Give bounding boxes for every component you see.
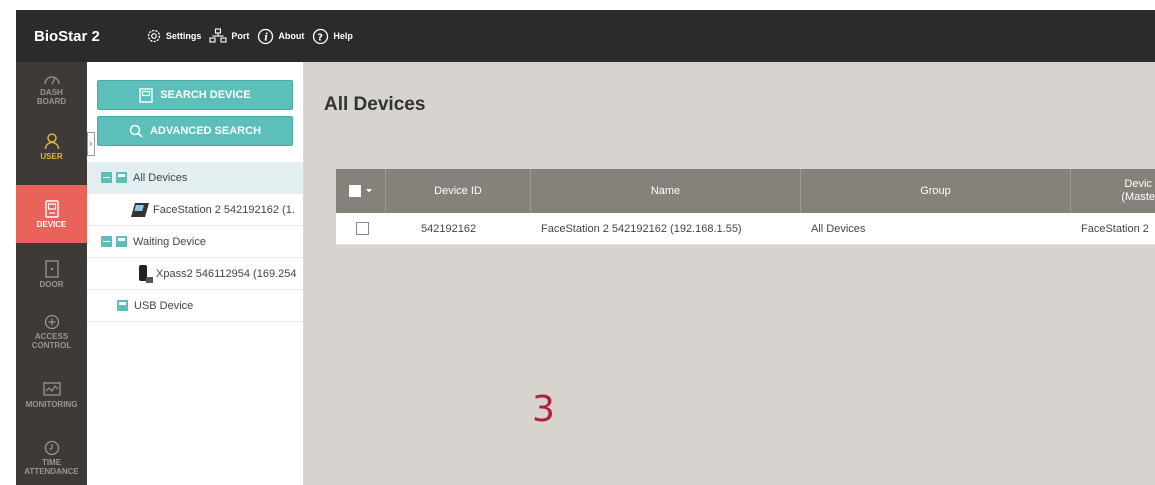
help-icon: ? xyxy=(313,28,329,44)
top-bar: BioStar 2 Settings Port i About ? Help xyxy=(16,10,1155,62)
about-menu[interactable]: i About xyxy=(257,28,304,45)
row-checkbox[interactable] xyxy=(336,213,386,244)
main-content: All Devices Device ID Name Group Devic (… xyxy=(304,62,1155,485)
xpass2-device-icon xyxy=(139,264,153,283)
collapse-icon[interactable] xyxy=(101,172,112,183)
device-search-icon xyxy=(139,87,153,103)
nav-user[interactable]: USER xyxy=(16,132,87,161)
about-label: About xyxy=(278,31,305,41)
facestation-device-icon xyxy=(131,202,149,217)
nav-device[interactable]: DEVICE xyxy=(16,185,87,243)
nav-monitoring[interactable]: MONITORING xyxy=(16,382,87,409)
chevron-down-icon xyxy=(365,189,372,193)
tree-item-xpass2[interactable]: Xpass2 546112954 (169.254 xyxy=(87,258,303,290)
access-control-icon xyxy=(44,314,59,330)
port-label: Port xyxy=(231,31,250,41)
gear-icon xyxy=(147,29,161,43)
settings-menu[interactable]: Settings xyxy=(146,28,202,44)
checkbox-icon xyxy=(356,222,369,235)
page-title: All Devices xyxy=(324,94,426,115)
search-device-label: SEARCH DEVICE xyxy=(160,89,251,101)
advanced-search-button[interactable]: ADVANCED SEARCH xyxy=(97,116,293,146)
tree-item-label: FaceStation 2 542192162 (1. xyxy=(153,203,295,216)
tree-item-label: All Devices xyxy=(133,171,188,184)
cell-device-type: FaceStation 2 xyxy=(1081,222,1149,235)
tree-item-label: USB Device xyxy=(134,299,194,312)
nav-dashboard-label: DASH BOARD xyxy=(36,88,67,106)
nav-door[interactable]: DOOR xyxy=(16,260,87,289)
column-device-type[interactable]: Devic (Maste xyxy=(1071,169,1155,213)
port-menu[interactable]: Port xyxy=(209,28,249,44)
search-icon xyxy=(129,124,143,138)
user-icon xyxy=(44,133,59,150)
tree-item-waiting-device[interactable]: Waiting Device xyxy=(87,226,303,258)
door-icon xyxy=(44,260,59,278)
select-all-checkbox[interactable] xyxy=(336,169,386,213)
app-brand: BioStar 2 xyxy=(34,27,100,45)
tree-item-facestation[interactable]: FaceStation 2 542192162 (1. xyxy=(87,194,303,226)
cell-device-id: 542192162 xyxy=(421,222,477,235)
nav-time-attendance[interactable]: TIME ATTENDANCE xyxy=(16,440,87,476)
tree-item-all-devices[interactable]: All Devices xyxy=(87,162,303,194)
device-group-icon xyxy=(116,172,127,183)
nav-time-attendance-label: TIME ATTENDANCE xyxy=(24,458,79,476)
search-device-button[interactable]: SEARCH DEVICE xyxy=(97,80,293,110)
monitoring-icon xyxy=(42,382,61,396)
nav-dashboard[interactable]: DASH BOARD xyxy=(16,72,87,106)
nav-user-label: USER xyxy=(40,152,63,161)
cell-name: FaceStation 2 542192162 (192.168.1.55) xyxy=(541,222,742,235)
annotation-number: 3 xyxy=(532,389,555,430)
device-group-icon xyxy=(116,236,127,247)
cell-group: All Devices xyxy=(811,222,866,235)
svg-text:?: ? xyxy=(318,32,324,43)
clock-icon xyxy=(44,440,59,456)
tree-item-label: Xpass2 546112954 (169.254 xyxy=(156,267,297,280)
usb-device-icon xyxy=(117,300,128,311)
network-icon xyxy=(209,28,227,43)
nav-access-control-label: ACCESS CONTROL xyxy=(31,332,72,350)
table-header: Device ID Name Group Devic (Maste xyxy=(336,169,1155,213)
help-label: Help xyxy=(333,31,353,41)
collapse-panel-toggle[interactable]: › xyxy=(87,132,95,156)
device-tree-panel: SEARCH DEVICE ADVANCED SEARCH All Device… xyxy=(87,62,304,485)
settings-label: Settings xyxy=(165,31,202,41)
column-group[interactable]: Group xyxy=(801,169,1071,213)
info-icon: i xyxy=(258,28,274,44)
nav-device-label: DEVICE xyxy=(36,219,67,229)
collapse-icon[interactable] xyxy=(101,236,112,247)
nav-access-control[interactable]: ACCESS CONTROL xyxy=(16,314,87,350)
advanced-search-label: ADVANCED SEARCH xyxy=(149,125,262,137)
left-nav: DASH BOARD USER DEVICE DOOR ACCESS CONTR… xyxy=(16,62,87,485)
tree-item-usb-device[interactable]: USB Device xyxy=(87,290,303,322)
table-row[interactable]: 542192162 FaceStation 2 542192162 (192.1… xyxy=(336,213,1155,245)
svg-text:i: i xyxy=(265,32,269,43)
help-menu[interactable]: ? Help xyxy=(312,28,353,45)
nav-door-label: DOOR xyxy=(39,280,64,289)
device-icon xyxy=(44,199,59,218)
device-table: Device ID Name Group Devic (Maste 542192… xyxy=(336,169,1155,245)
column-device-id[interactable]: Device ID xyxy=(386,169,531,213)
column-name[interactable]: Name xyxy=(531,169,801,213)
nav-monitoring-label: MONITORING xyxy=(25,400,78,409)
tree-item-label: Waiting Device xyxy=(133,235,206,248)
checkbox-icon xyxy=(348,185,361,197)
speedometer-icon xyxy=(43,76,60,85)
